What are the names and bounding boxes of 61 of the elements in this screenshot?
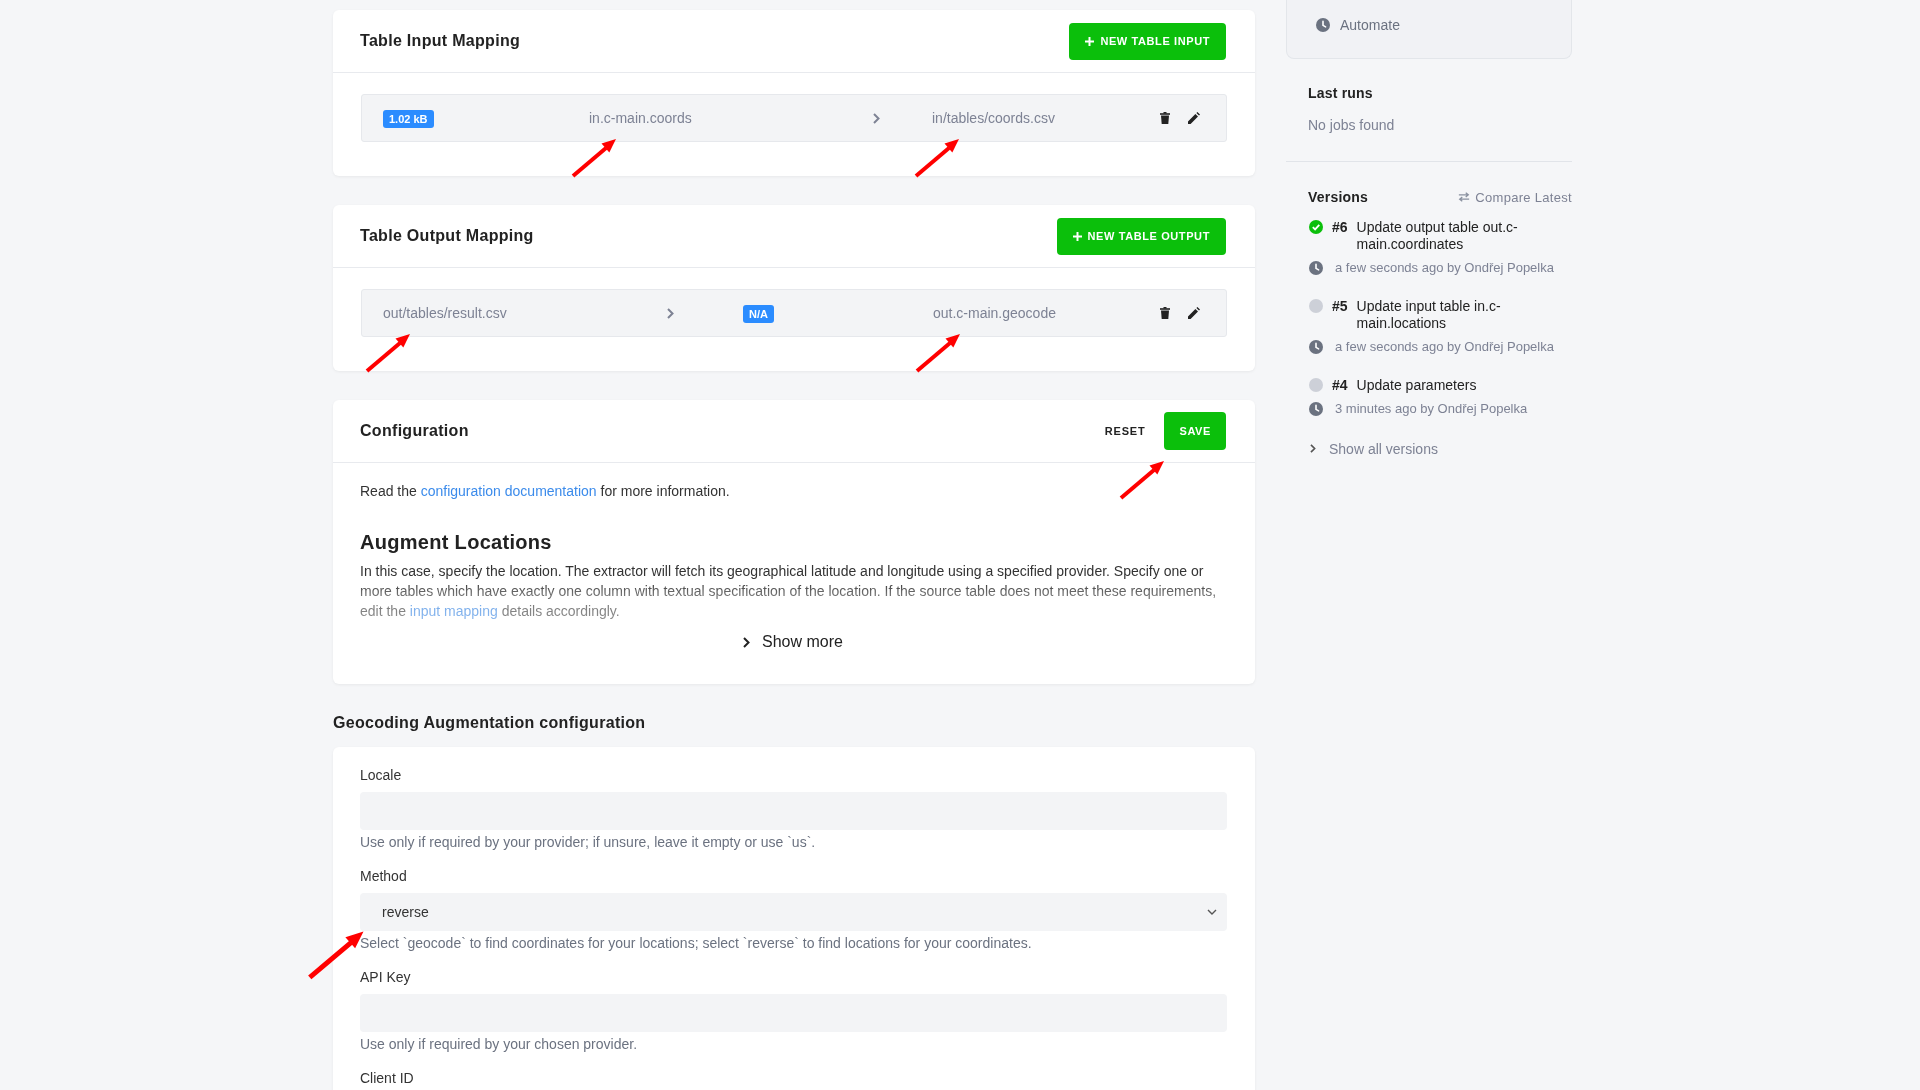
source-path: out/tables/result.csv [383, 305, 507, 321]
section-heading: Augment Locations [360, 530, 553, 555]
version-meta: a few seconds ago by Ondřej Popelka [1335, 259, 1554, 277]
card-title: Table Output Mapping [360, 227, 534, 245]
size-badge: 1.02 kB [383, 109, 434, 128]
field-label: Client ID [360, 1069, 415, 1087]
documentation-link[interactable]: configuration documentation [420, 483, 597, 499]
clock-icon [1316, 18, 1330, 32]
field-label: API Key [360, 968, 412, 986]
mapping-row[interactable]: out/tables/result.csv N/A out.c-main.geocode [361, 289, 1227, 337]
mapping-row[interactable]: 1.02 kB in.c-main.coords in/tables/coords.csv [361, 94, 1227, 142]
trash-icon[interactable] [1160, 307, 1170, 319]
chevron-right-icon [1310, 444, 1316, 453]
new-mapping-button[interactable]: NEW TABLE INPUT [1069, 22, 1226, 60]
chevron-right-icon [667, 307, 674, 319]
version-number: #6 [1332, 219, 1348, 236]
version-title[interactable]: Update output table out.c-main.coordinates [1356, 219, 1532, 253]
swap-icon [1458, 192, 1471, 202]
chevron-down-icon [1207, 909, 1217, 915]
plus-icon [1072, 231, 1082, 241]
new-mapping-button[interactable]: NEW TABLE OUTPUT [1056, 217, 1226, 255]
card-title: Configuration [360, 422, 469, 440]
input-mapping-link[interactable]: input mapping [409, 603, 498, 619]
version-meta: a few seconds ago by Ondřej Popelka [1335, 338, 1554, 356]
reset-button[interactable]: RESET [1104, 412, 1146, 450]
destination-path: in/tables/coords.csv [932, 110, 1055, 126]
empty-state-text: No jobs found [1308, 116, 1396, 135]
field-label: Method [360, 867, 408, 885]
version-number: #4 [1332, 377, 1348, 394]
show-more-button[interactable]: Show more [743, 631, 843, 653]
intro-text: Read the configuration documentation for more information. [360, 482, 731, 501]
select-field[interactable]: reverse [360, 893, 1227, 931]
version-meta: 3 minutes ago by Ondřej Popelka [1335, 400, 1528, 418]
chevron-right-icon [873, 112, 880, 124]
version-number: #5 [1332, 298, 1348, 315]
help-text: Use only if required by your chosen provider. [360, 1035, 639, 1053]
source-table-name: in.c-main.coords [589, 110, 692, 126]
section-title: Versions [1308, 188, 1368, 207]
pencil-icon[interactable] [1188, 307, 1200, 319]
clock-icon [1309, 340, 1323, 354]
version-title[interactable]: Update input table in.c-main.locations [1356, 298, 1532, 332]
menu-item[interactable]: Automate [1316, 15, 1542, 35]
size-badge: N/A [743, 304, 774, 323]
help-text: Select `geocode` to find coordinates for your locations; select `reverse` to find locations for your coordinates. [360, 934, 1033, 952]
trash-icon[interactable] [1160, 112, 1170, 124]
clock-icon [1309, 261, 1323, 275]
plus-icon [1085, 36, 1095, 46]
show-all-versions-button[interactable]: Show all versions [1308, 439, 1438, 458]
description-text: In this case, specify the location. The extractor will fetch its geographical latitude and longitude using a specified provider. Specify one or more tables which have exactly one column with textual specification of the location. If the source table does not meet these requirements, edit the input mapping details accordingly. [360, 562, 1218, 621]
chevron-right-icon [743, 636, 751, 648]
destination-table-name: out.c-main.geocode [933, 305, 1056, 321]
field-label: Locale [360, 766, 403, 784]
pencil-icon[interactable] [1188, 112, 1200, 124]
card-title: Table Input Mapping [360, 32, 521, 50]
section-title: Last runs [1308, 84, 1374, 103]
clock-icon [1309, 402, 1323, 416]
compare-button[interactable]: Compare Latest [1458, 189, 1572, 205]
version-title[interactable]: Update parameters [1356, 377, 1477, 394]
section-title: Geocoding Augmentation configuration [333, 713, 647, 733]
help-text: Use only if required by your provider; if unsure, leave it empty or use `us`. [360, 833, 817, 851]
save-button[interactable]: SAVE [1164, 412, 1226, 450]
